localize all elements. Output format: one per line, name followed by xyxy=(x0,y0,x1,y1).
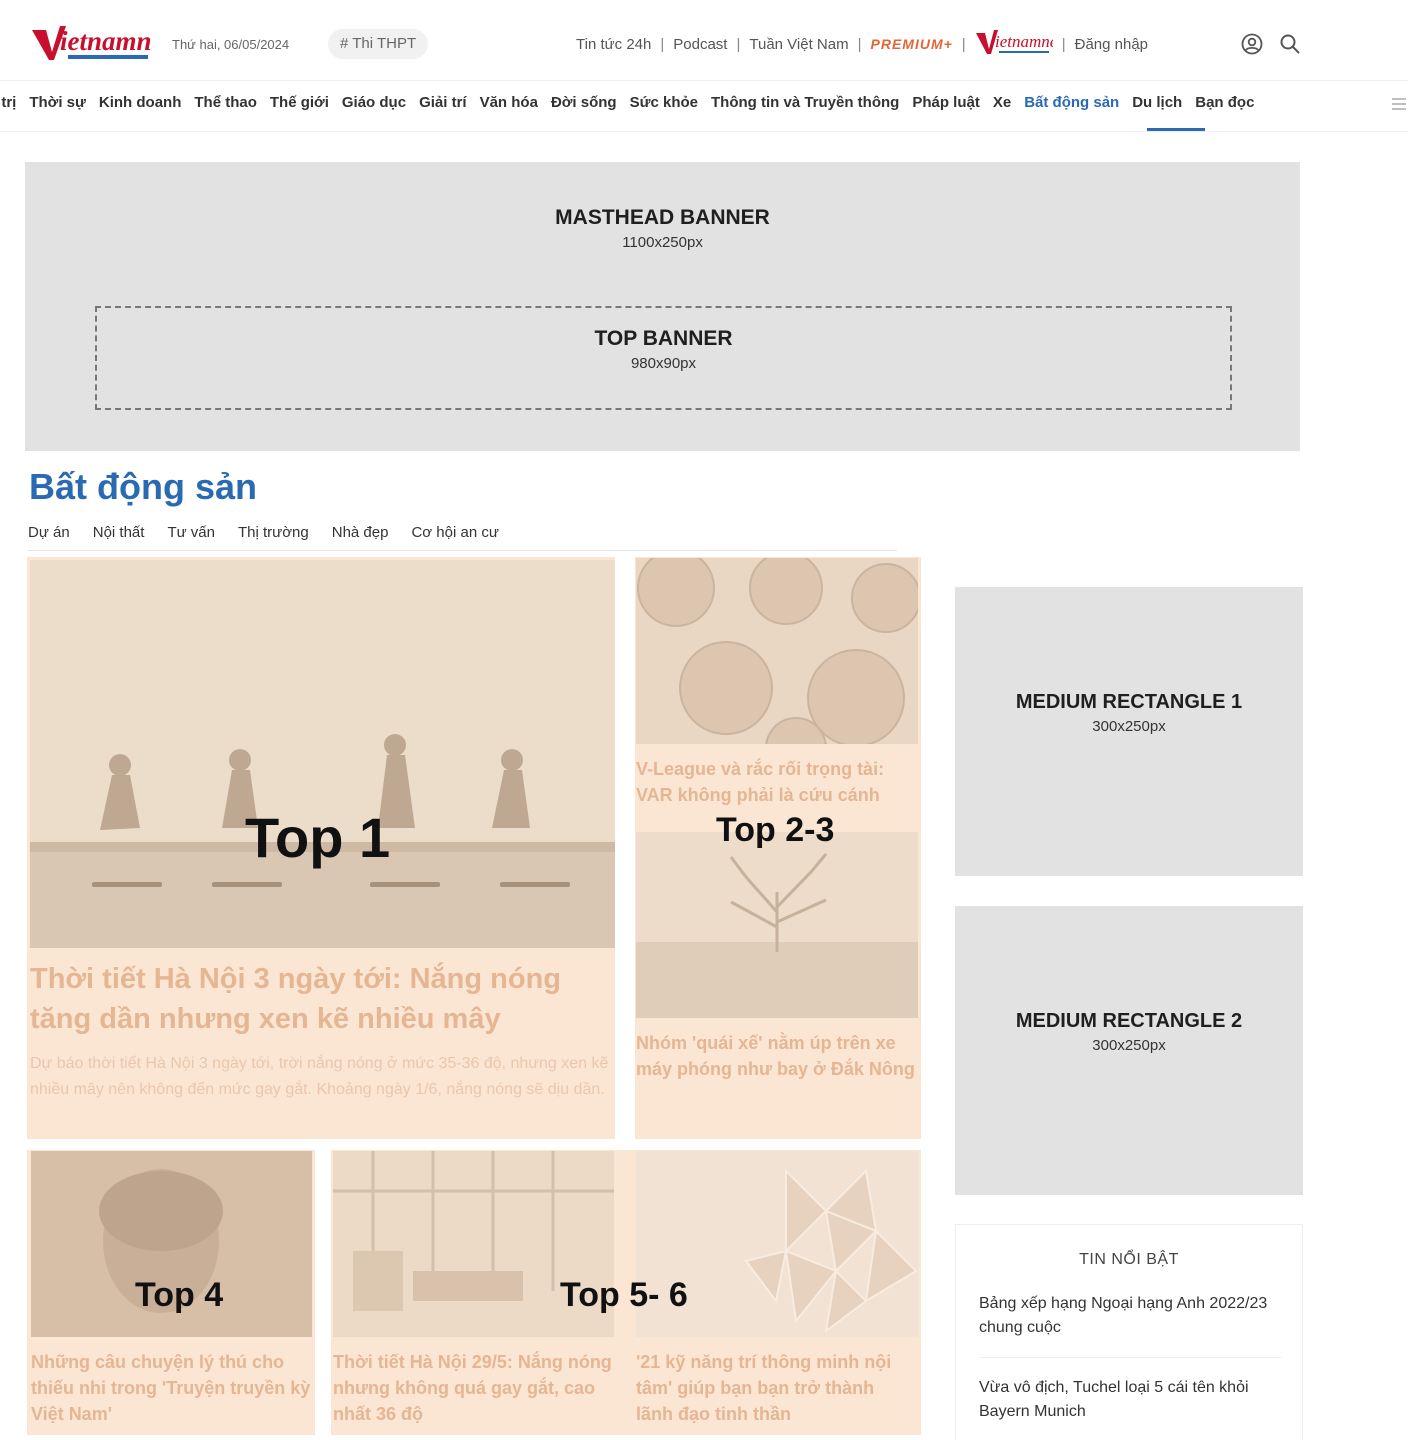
category-item[interactable]: Pháp luật xyxy=(912,94,980,111)
top-banner-size: 980x90px xyxy=(630,355,697,372)
medium-rectangle-2[interactable]: MEDIUM RECTANGLE 2 300x250px xyxy=(955,906,1303,1195)
category-item[interactable]: Xe xyxy=(993,94,1011,111)
nav-divider xyxy=(0,131,1408,132)
category-item[interactable]: Đời sống xyxy=(551,94,617,111)
category-item[interactable]: Thông tin và Truyền thông xyxy=(711,94,899,111)
user-account-icon[interactable] xyxy=(1240,32,1264,56)
subcategory-tu-van[interactable]: Tư vấn xyxy=(167,524,215,541)
top-links: Tin tức 24h | Podcast | Tuần Việt Nam | … xyxy=(576,30,1148,56)
subcategory-noi-that[interactable]: Nội thất xyxy=(93,524,145,541)
divider: | xyxy=(857,35,862,53)
login-link[interactable]: Đăng nhập xyxy=(1075,36,1148,53)
medium-rectangle-1-size: 300x250px xyxy=(1092,718,1166,735)
link-podcast[interactable]: Podcast xyxy=(673,36,727,53)
article-top-1-image[interactable] xyxy=(30,560,615,948)
hot-news-box: TIN NỔI BẬT Bảng xếp hạng Ngoại hạng Anh… xyxy=(955,1224,1303,1440)
medium-rectangle-1[interactable]: MEDIUM RECTANGLE 1 300x250px xyxy=(955,587,1303,876)
slot-label-top-1: Top 1 xyxy=(245,806,391,869)
category-nav: h trị Thời sự Kinh doanh Thể thao Thế giới Gi… xyxy=(0,82,1408,132)
divider: | xyxy=(961,35,966,53)
article-top-5-6: Top 5- 6 Thời tiết Hà Nội 29/5: Nắng nón… xyxy=(331,1150,921,1435)
slot-label-top-5-6: Top 5- 6 xyxy=(560,1276,688,1314)
article-top-1-title[interactable]: Thời tiết Hà Nội 3 ngày tới: Nắng nóng t… xyxy=(30,959,610,1039)
hot-news-item[interactable]: Bảng xếp hạng Ngoại hạng Anh 2022/23 chu… xyxy=(979,1292,1281,1340)
section-title[interactable]: Bất động sản xyxy=(29,466,257,508)
category-item[interactable]: Thể thao xyxy=(194,94,257,111)
category-item[interactable]: Bất động sản xyxy=(1024,94,1119,111)
slot-label-top-2-3: Top 2-3 xyxy=(716,811,835,849)
category-item[interactable]: Thời sự xyxy=(29,94,86,111)
article-top-3-title[interactable]: Nhóm 'quái xế' nằm úp trên xe máy phóng … xyxy=(636,1030,918,1082)
article-top-4-title[interactable]: Những câu chuyện lý thú cho thiếu nhi tr… xyxy=(31,1349,311,1427)
medium-rectangle-2-title: MEDIUM RECTANGLE 2 xyxy=(1015,1010,1243,1032)
article-top-4[interactable]: Top 4 Những câu chuyện lý thú cho thiếu … xyxy=(27,1150,315,1435)
article-top-1-description: Dự báo thời tiết Hà Nội 3 ngày tới, trời… xyxy=(30,1055,609,1098)
subcategory-du-an[interactable]: Dự án xyxy=(28,524,70,541)
medium-rectangle-1-title: MEDIUM RECTANGLE 1 xyxy=(1015,691,1243,713)
top-banner[interactable]: TOP BANNER 980x90px xyxy=(95,306,1232,410)
category-item[interactable]: Giải trí xyxy=(419,94,467,111)
masthead-banner-size: 1100x250px xyxy=(622,234,703,251)
category-item[interactable]: Bạn đọc xyxy=(1195,94,1254,111)
subcategory-nav: Dự án Nội thất Tư vấn Thị trường Nhà đẹp… xyxy=(28,524,522,541)
hot-news-divider xyxy=(979,1357,1281,1358)
article-top-5-title[interactable]: Thời tiết Hà Nội 29/5: Nắng nóng nhưng k… xyxy=(333,1349,613,1427)
top-bar: ietnamnet Thứ hai, 06/05/2024 # Thi THPT… xyxy=(0,0,1408,82)
article-top-3-image[interactable] xyxy=(636,832,918,1018)
divider: | xyxy=(1061,35,1066,53)
current-date: Thứ hai, 06/05/2024 xyxy=(172,37,290,52)
category-item[interactable]: Kinh doanh xyxy=(99,94,182,111)
link-tin-tuc-24h[interactable]: Tin tức 24h xyxy=(576,36,651,53)
slot-label-top-4: Top 4 xyxy=(135,1276,224,1314)
article-top-2-3: V-League và rắc rối trọng tài: VAR không… xyxy=(635,557,921,1139)
hot-news-item[interactable]: Vừa vô địch, Tuchel loại 5 cái tên khỏi … xyxy=(979,1376,1281,1424)
vietnamnet-global-logo[interactable]: ietnamnet xyxy=(975,27,1063,61)
divider: | xyxy=(736,35,741,53)
divider: | xyxy=(660,35,665,53)
subcategory-nha-dep[interactable]: Nhà đẹp xyxy=(332,524,389,541)
search-icon[interactable] xyxy=(1278,32,1302,56)
header-divider xyxy=(0,80,1408,81)
medium-rectangle-2-size: 300x250px xyxy=(1092,1037,1166,1054)
masthead-banner[interactable]: MASTHEAD BANNER 1100x250px TOP BANNER 98… xyxy=(25,162,1300,451)
subcategory-thi-truong[interactable]: Thị trường xyxy=(238,524,309,541)
hot-news-title: TIN NỔI BẬT xyxy=(1079,1251,1179,1268)
hamburger-menu-icon[interactable] xyxy=(1392,97,1406,111)
article-top-1[interactable]: Top 1 Thời tiết Hà Nội 3 ngày tới: Nắng … xyxy=(27,557,615,1139)
link-tuan-viet-nam[interactable]: Tuần Việt Nam xyxy=(749,36,848,53)
svg-text:ietnamnet: ietnamnet xyxy=(60,26,150,56)
article-top-2-image[interactable] xyxy=(636,558,918,744)
category-item[interactable]: h trị xyxy=(0,94,16,111)
article-top-6-title[interactable]: '21 kỹ năng trí thông minh nội tâm' giúp… xyxy=(636,1349,916,1427)
article-top-2-title[interactable]: V-League và rắc rối trọng tài: VAR không… xyxy=(636,756,918,808)
category-item[interactable]: Văn hóa xyxy=(480,94,538,111)
category-item[interactable]: Giáo dục xyxy=(342,94,406,111)
subcategory-divider xyxy=(28,550,897,551)
category-item[interactable]: Du lịch xyxy=(1132,94,1182,111)
svg-text:ietnamnet: ietnamnet xyxy=(995,32,1053,51)
category-item[interactable]: Thế giới xyxy=(270,94,329,111)
category-item[interactable]: Sức khỏe xyxy=(630,94,698,111)
vietnamnet-logo[interactable]: ietnamnet xyxy=(30,22,173,64)
masthead-banner-title: MASTHEAD BANNER xyxy=(555,206,770,229)
top-banner-title: TOP BANNER xyxy=(594,327,733,350)
tag-chip-thpt[interactable]: # Thi THPT xyxy=(328,29,429,59)
subcategory-co-hoi-an-cu[interactable]: Cơ hội an cư xyxy=(411,524,498,541)
premium-link[interactable]: PREMIUM+ xyxy=(871,36,953,52)
